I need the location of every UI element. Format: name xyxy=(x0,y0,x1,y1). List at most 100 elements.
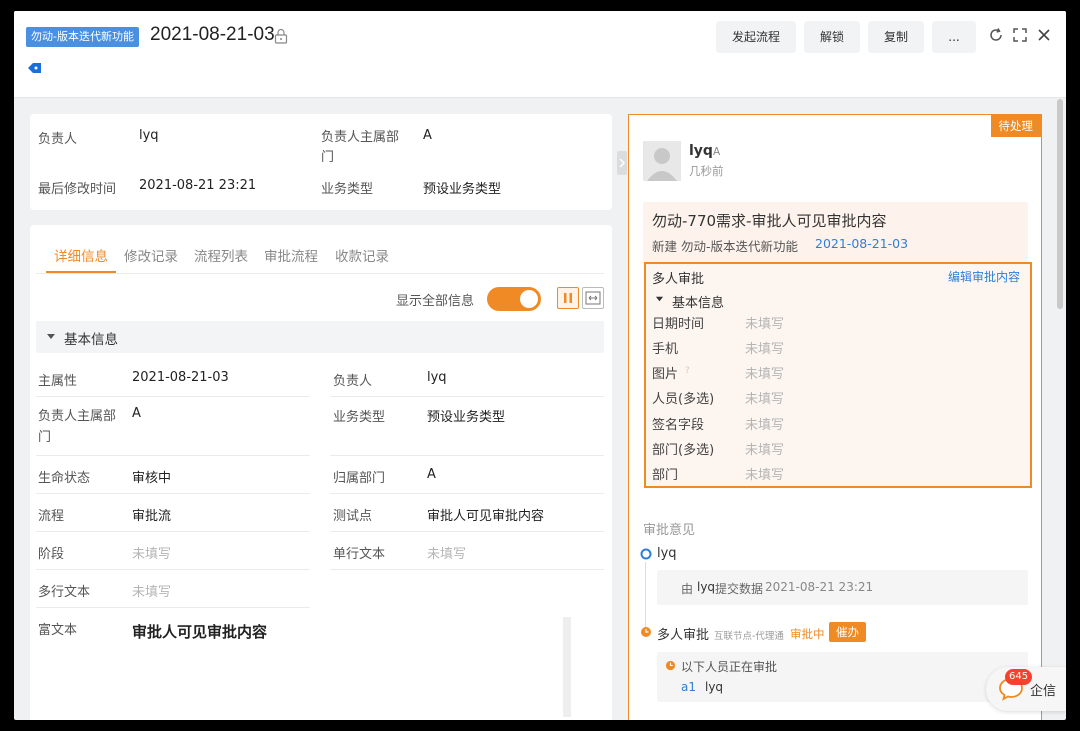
field-rich-text-value: 审批人可见审批内容 xyxy=(132,623,268,641)
last-modified-label: 最后修改时间 xyxy=(38,182,117,197)
tab-approval-flow[interactable]: 审批流程 xyxy=(264,245,318,265)
field-biztype-value: 预设业务类型 xyxy=(427,410,506,425)
detail-card: 详细信息 修改记录 流程列表 审批流程 收款记录 显示全部信息 基本信息 主属性… xyxy=(30,225,612,720)
row-divider xyxy=(330,455,604,456)
field-flow-label: 流程 xyxy=(38,509,65,524)
approval-field-label: 签名字段 xyxy=(652,418,705,433)
row-divider xyxy=(330,493,604,494)
biz-type-value: 预设业务类型 xyxy=(423,182,502,197)
label-icon[interactable] xyxy=(27,61,43,75)
show-all-label: 显示全部信息 xyxy=(396,294,475,309)
tab-modify-history[interactable]: 修改记录 xyxy=(124,245,178,265)
approval-field-label: 部门 xyxy=(652,468,679,483)
last-modified-value: 2021-08-21 23:21 xyxy=(139,178,257,193)
more-button[interactable]: ... xyxy=(932,21,976,53)
panel-collapse-handle[interactable] xyxy=(617,151,627,175)
owner-label: 负责人 xyxy=(38,132,78,147)
fullscreen-icon[interactable] xyxy=(1012,27,1028,43)
basic-info-section-header[interactable]: 基本信息 xyxy=(36,321,604,353)
time-ago: 几秒前 xyxy=(689,164,724,178)
approver-code: a1 xyxy=(681,680,696,694)
pause-columns-icon xyxy=(564,293,572,303)
refresh-icon[interactable] xyxy=(988,27,1004,43)
main-attr-label: 主属性 xyxy=(38,374,78,389)
request-title: 勿动-770需求-审批人可见审批内容 xyxy=(652,212,887,230)
timeline-line xyxy=(645,562,646,627)
im-unread-badge: 645 xyxy=(1005,669,1033,685)
edit-approval-content-link[interactable]: 编辑审批内容 xyxy=(948,268,1020,285)
unlock-button[interactable]: 解锁 xyxy=(804,21,860,53)
row-divider xyxy=(330,396,604,397)
multi-approve-title: 多人审批 xyxy=(657,628,710,643)
field-dept-label: 负责人主属部门 xyxy=(38,409,117,445)
tab-payment-records[interactable]: 收款记录 xyxy=(335,245,389,265)
user-name: lyq xyxy=(689,143,713,159)
submit-record-box: 由 lyq 提交数据 2021-08-21 23:21 xyxy=(657,570,1028,605)
column-view-button[interactable] xyxy=(557,287,579,309)
caret-down-icon xyxy=(655,296,664,302)
field-multi-text-value: 未填写 xyxy=(132,585,172,600)
field-lifecycle-value: 审核中 xyxy=(132,471,172,486)
im-label: 企信 xyxy=(1030,684,1057,699)
submit-user: lyq xyxy=(697,580,716,594)
row-divider xyxy=(36,493,310,494)
approving-status: 审批中 xyxy=(790,627,825,641)
clock-icon xyxy=(641,627,651,637)
summary-card: 负责人 lyq 负责人主属部门 A 最后修改时间 2021-08-21 23:2… xyxy=(30,114,612,210)
approval-field-value: 未填写 xyxy=(745,317,785,332)
field-dept-value: A xyxy=(132,406,141,421)
expand-horizontal-icon xyxy=(585,291,601,305)
tab-flow-list[interactable]: 流程列表 xyxy=(194,245,248,265)
opinion-title: 审批意见 xyxy=(643,523,696,538)
help-icon: ? xyxy=(685,366,690,376)
approval-field-value: 未填写 xyxy=(745,342,785,357)
approval-field-value: 未填写 xyxy=(745,392,785,407)
approval-content-box: 多人审批 编辑审批内容 基本信息 日期时间 未填写 手机 未填写 图片 ? 未填… xyxy=(644,262,1032,488)
owner-dept-value: A xyxy=(423,128,432,143)
request-record-link[interactable]: 2021-08-21-03 xyxy=(815,236,908,251)
avatar xyxy=(643,141,681,181)
timeline-node-icon xyxy=(640,548,652,560)
copy-button[interactable]: 复制 xyxy=(868,21,924,53)
tab-details[interactable]: 详细信息 xyxy=(54,245,108,265)
field-owner-label: 负责人 xyxy=(333,374,373,389)
approval-basic-info-title[interactable]: 基本信息 xyxy=(672,292,724,311)
submit-prefix: 由 xyxy=(681,582,694,596)
submit-time: 2021-08-21 23:21 xyxy=(765,580,874,594)
approval-panel: 待处理 lyq A 几秒前 勿动-770需求-审批人可见审批内容 新建 勿动-版… xyxy=(628,114,1042,720)
chevron-right-icon xyxy=(619,158,626,168)
approval-field-label: 日期时间 xyxy=(652,317,705,332)
user-tag: A xyxy=(713,146,721,158)
field-belong-dept-label: 归属部门 xyxy=(333,471,386,486)
basic-info-title: 基本信息 xyxy=(64,332,118,348)
row-divider xyxy=(36,396,310,397)
row-divider xyxy=(36,569,310,570)
close-icon[interactable] xyxy=(1036,27,1052,43)
panel-scrollbar[interactable] xyxy=(1057,99,1063,309)
show-all-toggle[interactable] xyxy=(487,287,541,311)
submit-action: 提交数据 xyxy=(715,582,764,596)
field-rich-text-label: 富文本 xyxy=(38,623,78,638)
approval-field-label: 手机 xyxy=(652,342,679,357)
rich-text-scroll-track[interactable] xyxy=(563,617,571,717)
record-title: 2021-08-21-03 xyxy=(150,24,275,45)
urge-button[interactable]: 催办 xyxy=(829,622,866,642)
im-float-button[interactable]: 645 企信 xyxy=(986,667,1066,711)
field-flow-value: 审批流 xyxy=(132,509,172,524)
approval-field-value: 未填写 xyxy=(745,418,785,433)
approval-field-value: 未填写 xyxy=(745,367,785,382)
approval-field-label: 人员(多选) xyxy=(652,392,715,407)
field-test-value: 审批人可见审批内容 xyxy=(427,509,545,524)
owner-dept-label: 负责人主属部门 xyxy=(321,130,400,165)
request-summary-box: 勿动-770需求-审批人可见审批内容 新建 勿动-版本迭代新功能 2021-08… xyxy=(643,202,1028,262)
field-single-text-label: 单行文本 xyxy=(333,547,386,562)
expand-width-button[interactable] xyxy=(582,287,604,309)
start-flow-button[interactable]: 发起流程 xyxy=(716,21,796,53)
field-lifecycle-label: 生命状态 xyxy=(38,471,91,486)
field-stage-label: 阶段 xyxy=(38,547,65,562)
object-type-tag: 勿动-版本迭代新功能 xyxy=(26,27,139,47)
field-single-text-value: 未填写 xyxy=(427,547,467,562)
approval-field-label: 部门(多选) xyxy=(652,443,715,458)
lock-icon xyxy=(274,28,288,44)
field-biztype-label: 业务类型 xyxy=(333,410,386,425)
